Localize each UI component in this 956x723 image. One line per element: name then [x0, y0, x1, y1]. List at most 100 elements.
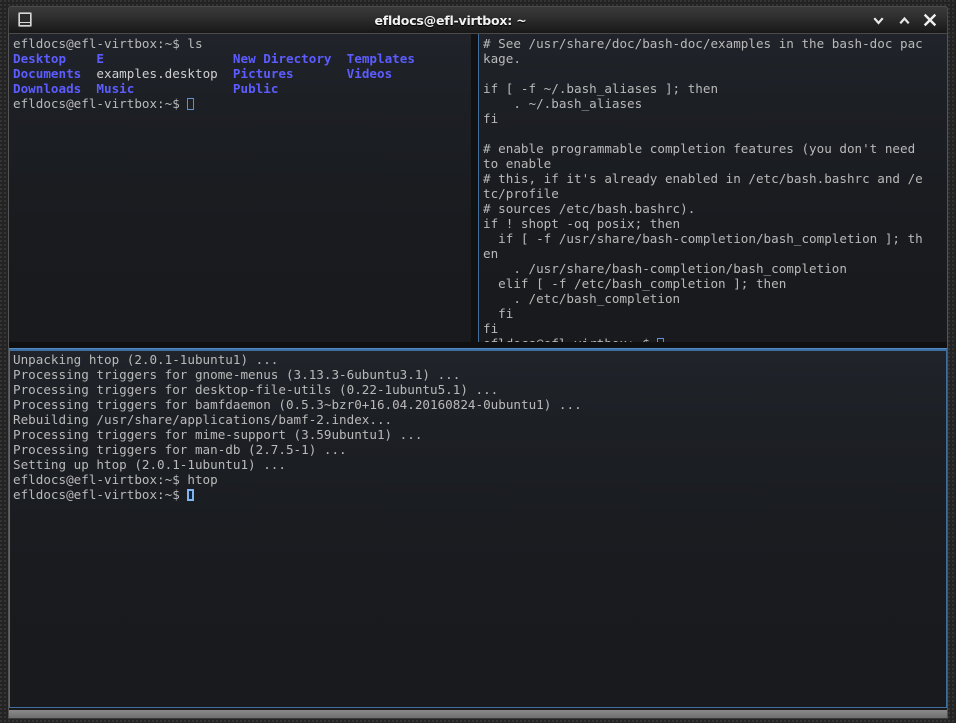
terminal-line: # enable programmable completion feature…	[483, 141, 947, 156]
terminal-text: efldocs@efl-virtbox:~$ htop	[13, 472, 218, 487]
terminal-text: Unpacking htop (2.0.1-1ubuntu1) ...	[13, 352, 279, 367]
terminal-line: Processing triggers for bamfdaemon (0.5.…	[13, 397, 947, 412]
terminal-line: Processing triggers for desktop-file-uti…	[13, 382, 947, 397]
terminal-text: efldocs@efl-virtbox:~$	[13, 96, 188, 111]
active-cursor	[187, 489, 195, 501]
terminal-line: Unpacking htop (2.0.1-1ubuntu1) ...	[13, 352, 947, 367]
pane-top-right-content: # See /usr/share/doc/bash-doc/examples i…	[479, 34, 947, 348]
pane-top-left-content: efldocs@efl-virtbox:~$ ls Desktop E New D…	[9, 34, 471, 111]
terminal-line: fi	[483, 306, 947, 321]
terminal-text: to enable	[483, 156, 552, 171]
terminal-text: E	[96, 51, 105, 66]
terminal-line: # sources /etc/bash.bashrc).	[483, 201, 947, 216]
terminal-text: efldocs@efl-virtbox:~$	[13, 487, 188, 502]
terminal-text: elif [ -f /etc/bash_completion ]; then	[483, 276, 787, 291]
terminal-text: fi	[483, 111, 499, 126]
terminal-line: # this, if it's already enabled in /etc/…	[483, 171, 947, 186]
terminal-text: Processing triggers for bamfdaemon (0.5.…	[13, 397, 582, 412]
terminal-line: . /etc/bash_completion	[483, 291, 947, 306]
terminal-text: . ~/.bash_aliases	[483, 96, 643, 111]
terminal-text: Templates	[346, 51, 415, 66]
terminal-text: . /etc/bash_completion	[483, 291, 681, 306]
pane-bottom[interactable]: Unpacking htop (2.0.1-1ubuntu1) ... Proce…	[9, 350, 947, 708]
terminal-line: fi	[483, 111, 947, 126]
terminal-text: Public	[232, 81, 279, 96]
terminal-text: if [ -f /usr/share/bash-completion/bash_…	[483, 231, 923, 246]
terminal-text: Documents	[13, 66, 82, 81]
terminal-text: Processing triggers for mime-support (3.…	[13, 427, 423, 442]
terminal-line: Processing triggers for gnome-menus (3.1…	[13, 367, 947, 382]
terminal-text: examples.desktop	[96, 66, 218, 81]
terminal-text: Desktop	[13, 51, 67, 66]
terminal-text: fi	[483, 321, 499, 336]
terminal-text: # See /usr/share/doc/bash-doc/examples i…	[483, 36, 923, 51]
terminal-text: . /usr/share/bash-completion/bash_comple…	[483, 261, 847, 276]
pane-top-left[interactable]: efldocs@efl-virtbox:~$ ls Desktop E New D…	[9, 34, 471, 348]
terminal-text: Processing triggers for gnome-menus (3.1…	[13, 367, 461, 382]
terminal-line: if [ -f /usr/share/bash-completion/bash_…	[483, 231, 947, 246]
terminal-line: if [ -f ~/.bash_aliases ]; then	[483, 81, 947, 96]
terminal-line: # See /usr/share/doc/bash-doc/examples i…	[483, 36, 947, 51]
inactive-cursor	[187, 98, 195, 110]
terminal-line: Processing triggers for mime-support (3.…	[13, 427, 947, 442]
terminal-text: Pictures	[232, 66, 294, 81]
terminal-text: fi	[483, 306, 514, 321]
terminal-line: Setting up htop (2.0.1-1ubuntu1) ...	[13, 457, 947, 472]
terminal-text: efldocs@efl-virtbox:~$ ls	[13, 36, 203, 51]
terminal-line: to enable	[483, 156, 947, 171]
terminal-line: Documents examples.desktop Pictures Vide…	[13, 66, 471, 81]
terminal-text: Processing triggers for man-db (2.7.5-1)…	[13, 442, 347, 457]
terminal-line: fi	[483, 321, 947, 336]
terminal-text: Downloads	[13, 81, 82, 96]
terminal-line: efldocs@efl-virtbox:~$ ls	[13, 36, 471, 51]
terminal-line: kage.	[483, 51, 947, 66]
terminal-text: # enable programmable completion feature…	[483, 141, 916, 156]
vertical-splitter[interactable]	[471, 34, 479, 348]
terminal-line: Rebuilding /usr/share/applications/bamf-…	[13, 412, 947, 427]
terminal-text: # sources /etc/bash.bashrc).	[483, 201, 696, 216]
window-bottom-strip	[8, 710, 948, 719]
minimize-button[interactable]	[865, 7, 891, 33]
terminal-text: Processing triggers for desktop-file-uti…	[13, 382, 499, 397]
terminal-text: New Directory	[232, 51, 332, 66]
window-title: efldocs@efl-virtbox: ~	[374, 12, 527, 28]
terminal-text: Setting up htop (2.0.1-1ubuntu1) ...	[13, 457, 286, 472]
horizontal-splitter[interactable]	[9, 342, 947, 350]
terminal-window: efldocs@efl-virtbox: ~ efldocs@efl-virtb…	[0, 0, 956, 723]
maximize-button[interactable]	[891, 7, 917, 33]
terminal-text: if ! shopt -oq posix; then	[483, 216, 681, 231]
terminal-text: # this, if it's already enabled in /etc/…	[483, 171, 923, 186]
terminal-text: Videos	[346, 66, 393, 81]
title-bar[interactable]: efldocs@efl-virtbox: ~	[8, 6, 948, 34]
terminal-line: tc/profile	[483, 186, 947, 201]
pane-top-right[interactable]: # See /usr/share/doc/bash-doc/examples i…	[479, 34, 947, 348]
terminal-line: efldocs@efl-virtbox:~$	[13, 487, 947, 502]
terminal-text: en	[483, 246, 499, 261]
terminal-line: . ~/.bash_aliases	[483, 96, 947, 111]
terminal-line: elif [ -f /etc/bash_completion ]; then	[483, 276, 947, 291]
terminal-text: Music	[96, 81, 135, 96]
pane-bottom-content: Unpacking htop (2.0.1-1ubuntu1) ... Proce…	[9, 350, 947, 502]
terminal-line: Desktop E New Directory Templates	[13, 51, 471, 66]
terminal-text: kage.	[483, 51, 521, 66]
terminal-line: en	[483, 246, 947, 261]
terminal-text: tc/profile	[483, 186, 559, 201]
terminal-line: if ! shopt -oq posix; then	[483, 216, 947, 231]
terminal-line: . /usr/share/bash-completion/bash_comple…	[483, 261, 947, 276]
terminal-line: efldocs@efl-virtbox:~$ htop	[13, 472, 947, 487]
terminal-text: if [ -f ~/.bash_aliases ]; then	[483, 81, 719, 96]
close-button[interactable]	[917, 7, 943, 33]
terminal-line: Processing triggers for man-db (2.7.5-1)…	[13, 442, 947, 457]
terminal-line: Downloads Music Public	[13, 81, 471, 96]
terminal-text: Rebuilding /usr/share/applications/bamf-…	[13, 412, 393, 427]
terminal-body: efldocs@efl-virtbox:~$ ls Desktop E New D…	[8, 34, 948, 710]
